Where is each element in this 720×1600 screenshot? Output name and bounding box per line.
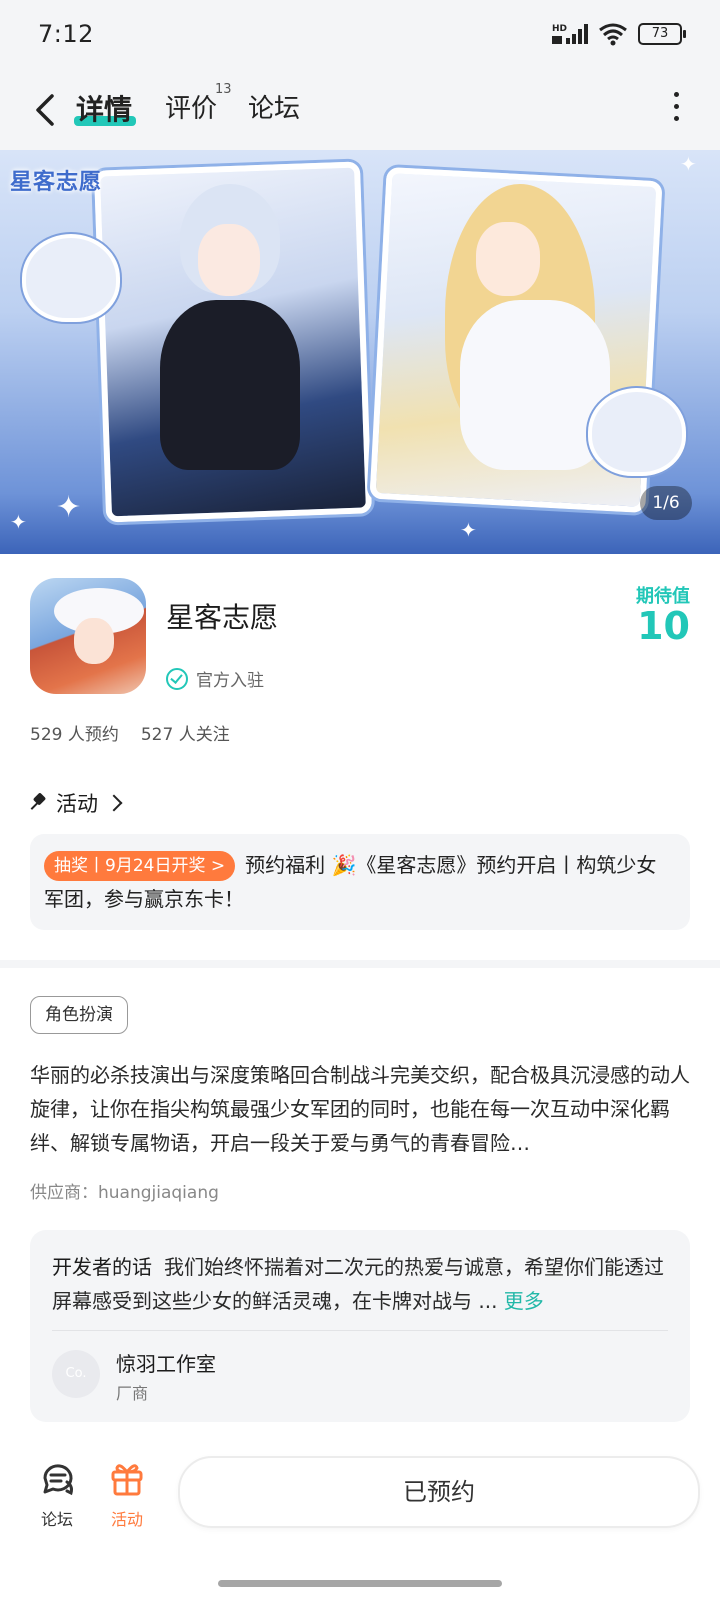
chat-bubbles-icon <box>43 1464 73 1496</box>
developer-name[interactable]: 惊羽工作室 <box>116 1348 216 1377</box>
bottom-forum-label: 论坛 <box>40 1510 73 1529</box>
section-divider <box>0 960 720 968</box>
pin-icon <box>30 794 48 812</box>
tab-details[interactable]: 详情 <box>76 88 132 128</box>
heart-portrait-right <box>588 388 686 476</box>
genre-tag[interactable]: 角色扮演 <box>30 996 128 1034</box>
activity-card[interactable]: 抽奖丨9月24日开奖 > 预约福利 🎉《星客志愿》预约开启丨构筑少女军团，参与赢京… <box>30 834 690 930</box>
heart-portrait-left <box>22 234 120 322</box>
more-options-icon[interactable] <box>670 92 682 128</box>
developer-card[interactable]: 开发者的话 我们始终怀揣着对二次元的热爱与诚意，希望你们能透过屏幕感受到这些少女的… <box>30 1230 690 1422</box>
back-icon[interactable] <box>30 90 62 130</box>
reserved-button[interactable]: 已预约 <box>178 1456 700 1528</box>
verified-check-icon <box>166 667 188 690</box>
sparkle-icon: ✦ <box>680 152 697 176</box>
game-stats: 529 人预约 527 人关注 <box>30 720 230 745</box>
battery-icon: 73 <box>638 23 686 45</box>
sparkle-icon: ✦ <box>56 490 82 525</box>
banner-page-counter: 1/6 <box>640 486 692 520</box>
official-badge: 官方入驻 <box>166 666 264 691</box>
developer-role: 厂商 <box>116 1384 149 1403</box>
official-label: 官方入驻 <box>196 671 264 691</box>
sparkle-icon: ✦ <box>460 518 477 542</box>
home-indicator[interactable] <box>218 1580 502 1587</box>
follower-count: 527 人关注 <box>140 725 230 745</box>
activity-heading: 活动 <box>56 792 98 816</box>
developer-words-label: 开发者的话 <box>52 1255 152 1279</box>
signal-icon: HD <box>552 24 588 44</box>
chevron-right-icon <box>105 794 123 812</box>
divider <box>52 1330 668 1331</box>
wifi-icon <box>599 23 627 46</box>
game-app-icon <box>30 578 146 694</box>
gift-icon <box>111 1464 143 1496</box>
top-nav: 详情 评价 13 论坛 <box>0 70 720 150</box>
game-title: 星客志愿 <box>166 601 279 634</box>
reservation-count: 529 人预约 <box>30 725 119 745</box>
tab-reviews[interactable]: 评价 <box>165 88 217 125</box>
status-icons: HD 73 <box>552 22 686 46</box>
supplier-info: 供应商：huangjiaqiang <box>30 1183 219 1203</box>
bottom-activity-label: 活动 <box>110 1510 143 1529</box>
reviews-count-badge: 13 <box>215 82 232 97</box>
game-description[interactable]: 华丽的必杀技演出与深度策略回合制战斗完美交织，配合极具沉浸感的动人旋律，让你在指… <box>30 1058 690 1160</box>
bottom-action-bar: 论坛 活动 已预约 <box>0 1440 720 1600</box>
expectation-score: 10 <box>637 604 690 648</box>
bottom-activity-button[interactable]: 活动 <box>100 1458 154 1530</box>
more-link[interactable]: 更多 <box>504 1289 544 1313</box>
sparkle-icon: ✦ <box>10 510 27 534</box>
bottom-forum-button[interactable]: 论坛 <box>30 1458 84 1530</box>
status-bar: 7:12 HD 73 <box>0 0 720 70</box>
hd-label: HD <box>552 24 567 34</box>
lottery-tag: 抽奖丨9月24日开奖 > <box>44 851 236 881</box>
hero-banner[interactable]: ✦ ✦ ✦ ✦ 星客志愿 1/6 <box>0 150 720 554</box>
status-time: 7:12 <box>38 20 94 48</box>
activity-section-header[interactable]: 活动 <box>30 788 123 818</box>
tab-forum[interactable]: 论坛 <box>248 88 300 125</box>
developer-avatar[interactable]: Co. <box>52 1350 100 1398</box>
banner-logo: 星客志愿 <box>10 170 103 195</box>
